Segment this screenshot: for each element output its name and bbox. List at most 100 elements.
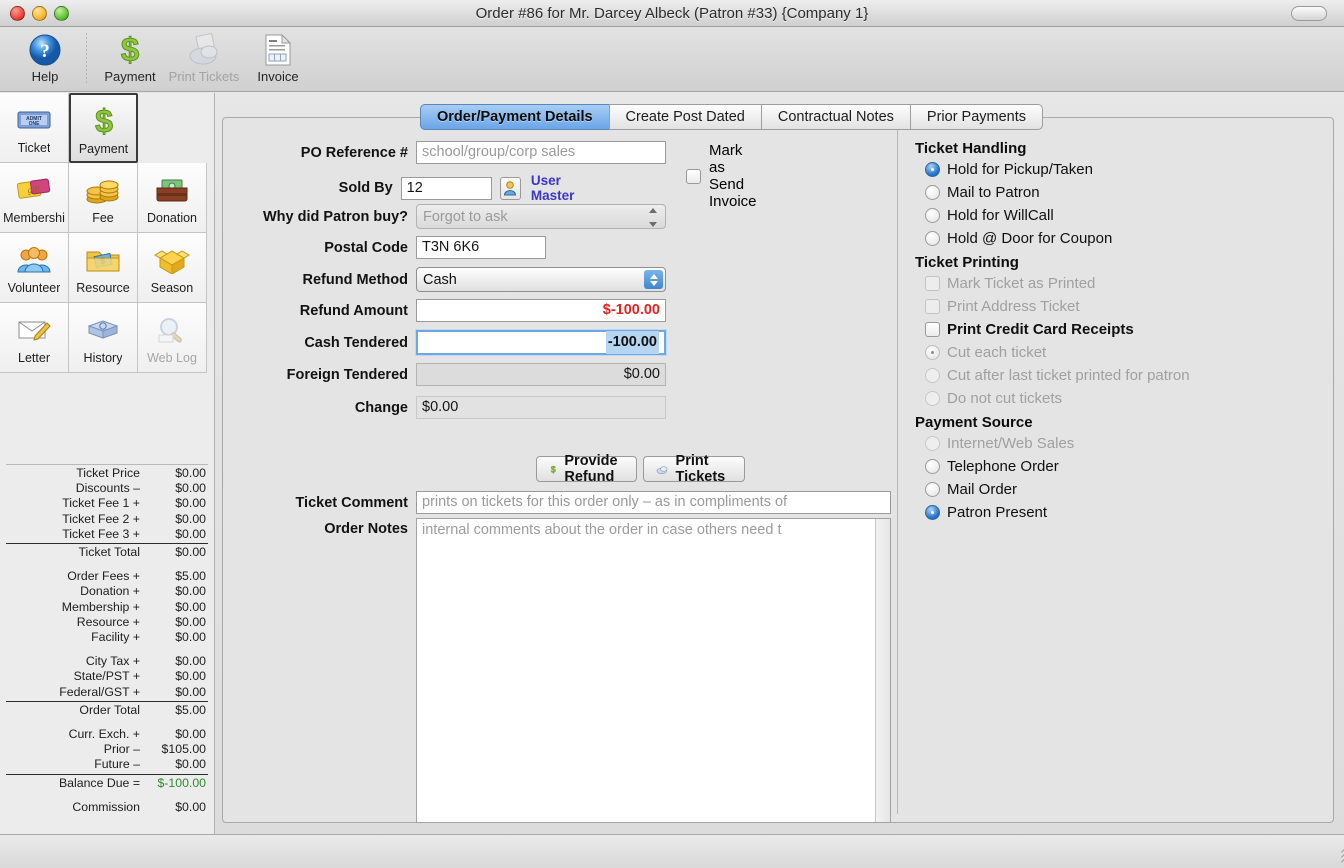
sidebar-item-membership[interactable]: gift Membershi — [0, 163, 69, 233]
totals-row-label: Discounts – — [75, 481, 140, 496]
mark-send-invoice-row[interactable]: Mark as Send Invoice — [686, 142, 757, 210]
sidebar-item-label: Letter — [18, 351, 50, 365]
radio-row-patron-present[interactable]: Patron Present — [925, 501, 1190, 524]
refund-method-value: Cash — [423, 271, 457, 288]
radio-row-cut-each-ticket: Cut each ticket — [925, 341, 1190, 364]
po-reference-row: PO Reference # school/group/corp sales — [253, 141, 666, 164]
toolbar-button-help[interactable]: ? Help — [8, 29, 82, 91]
toolbar-button-payment[interactable]: $ Payment — [93, 29, 167, 91]
refund-method-select[interactable]: Cash — [416, 267, 666, 292]
totals-row-label: Membership + — [61, 599, 140, 614]
order-notes-textarea[interactable]: internal comments about the order in cas… — [416, 518, 891, 823]
panel-vertical-divider — [897, 128, 898, 814]
tab-contractual-notes[interactable]: Contractual Notes — [760, 104, 910, 130]
sidebar-item-payment[interactable]: $ Payment — [69, 93, 138, 163]
radio-hold-for-pickup-taken[interactable] — [925, 162, 940, 177]
totals-row-label: Prior – — [103, 742, 140, 757]
totals-row-label: Ticket Fee 1 + — [62, 496, 140, 511]
module-row: gift Membershi Fee Donation — [0, 163, 215, 233]
checkbox-print-address-ticket — [925, 299, 940, 314]
sidebar-item-label: Ticket — [17, 141, 51, 155]
sidebar-item-ticket[interactable]: ADMIT ONE Ticket — [0, 93, 69, 163]
totals-row-value: $5.00 — [175, 702, 206, 717]
sidebar-item-label: Payment — [78, 141, 129, 156]
ticket-comment-input[interactable]: prints on tickets for this order only – … — [416, 491, 891, 514]
sidebar-item-label: Membershi — [3, 211, 65, 225]
totals-row: Commission $0.00 — [4, 800, 210, 815]
open-box-icon — [153, 240, 191, 280]
radio-cut-after-last-ticket-printed-for-patron — [925, 368, 940, 383]
totals-row-value: $0.00 — [175, 630, 206, 645]
totals-row-value: $0.00 — [175, 757, 206, 772]
provide-refund-label: Provide Refund — [564, 453, 618, 485]
totals-row: Ticket Total $0.00 — [4, 545, 210, 560]
why-buy-label: Why did Patron buy? — [263, 208, 408, 225]
sold-by-label: Sold By — [338, 180, 393, 196]
option-label: Cut each ticket — [947, 344, 1047, 361]
module-row: Letter History Web Log — [0, 303, 215, 373]
why-buy-stepper[interactable]: Forgot to ask — [416, 204, 666, 229]
chevron-updown-icon[interactable] — [644, 270, 663, 289]
totals-row-label: Curr. Exch. + — [68, 727, 140, 742]
radio-row-mail-to-patron[interactable]: Mail to Patron — [925, 181, 1190, 204]
print-tickets-button[interactable]: Print Tickets — [643, 453, 745, 485]
order-notes-scrollbar[interactable] — [875, 519, 890, 822]
dollar-icon: $ — [551, 464, 556, 474]
radio-patron-present[interactable] — [925, 505, 940, 520]
sidebar-item-donation[interactable]: Donation — [138, 163, 207, 233]
radio-mail-to-patron[interactable] — [925, 185, 940, 200]
tab-order-payment-details[interactable]: Order/Payment Details — [420, 104, 609, 130]
totals-divider — [6, 543, 208, 545]
refund-amount-input[interactable]: $-100.00 — [416, 299, 666, 322]
radio-hold-door-for-coupon[interactable] — [925, 231, 940, 246]
stepper-arrows-icon[interactable] — [648, 208, 658, 227]
po-reference-input[interactable]: school/group/corp sales — [416, 141, 666, 164]
radio-do-not-cut-tickets — [925, 391, 940, 406]
radio-hold-for-willcall[interactable] — [925, 208, 940, 223]
provide-refund-button[interactable]: $ Provide Refund — [536, 453, 638, 485]
totals-row-value: $0.00 — [175, 584, 206, 599]
toolbar-toggle-button[interactable] — [1291, 6, 1327, 21]
foreign-tendered-label: Foreign Tendered — [286, 366, 408, 383]
sidebar-item-resource[interactable]: $ Resource — [69, 233, 138, 303]
radio-telephone-order[interactable] — [925, 459, 940, 474]
money-wallet-icon — [153, 170, 191, 210]
totals-row: State/PST + $0.00 — [4, 669, 210, 684]
sidebar-item-season[interactable]: Season — [138, 233, 207, 303]
tab-prior-payments[interactable]: Prior Payments — [909, 104, 1044, 130]
totals-row-value: $0.00 — [175, 727, 206, 742]
cash-tendered-input[interactable]: -100.00 — [416, 330, 666, 355]
checkbox-row-print-credit-card-receipts[interactable]: Print Credit Card Receipts — [925, 318, 1190, 341]
svg-text:ONE: ONE — [29, 121, 41, 127]
postal-code-row: Postal Code T3N 6K6 — [253, 236, 546, 259]
postal-code-input[interactable]: T3N 6K6 — [416, 236, 546, 259]
radio-row-hold-for-pickup-taken[interactable]: Hold for Pickup/Taken — [925, 158, 1190, 181]
application-window: Order #86 for Mr. Darcey Albeck (Patron … — [0, 0, 1344, 868]
postal-code-label: Postal Code — [324, 239, 408, 256]
radio-row-telephone-order[interactable]: Telephone Order — [925, 455, 1190, 478]
why-buy-row: Why did Patron buy? Forgot to ask — [253, 204, 666, 229]
user-master-link[interactable]: User Master — [531, 173, 601, 203]
sold-by-input[interactable]: 12 — [400, 176, 492, 200]
toolbar-button-invoice[interactable]: Invoice — [241, 29, 315, 91]
radio-row-hold-door-for-coupon[interactable]: Hold @ Door for Coupon — [925, 227, 1190, 250]
sidebar-item-web-log: Web Log — [138, 303, 207, 373]
totals-row-label: City Tax + — [85, 654, 140, 669]
totals-row-label: Resource + — [76, 614, 140, 629]
sidebar-item-fee[interactable]: Fee — [69, 163, 138, 233]
sidebar-item-volunteer[interactable]: Volunteer — [0, 233, 69, 303]
sidebar-item-letter[interactable]: Letter — [0, 303, 69, 373]
user-picker-button[interactable] — [499, 176, 521, 200]
tab-create-post-dated[interactable]: Create Post Dated — [608, 104, 761, 130]
radio-row-hold-for-willcall[interactable]: Hold for WillCall — [925, 204, 1190, 227]
mark-send-invoice-checkbox[interactable] — [686, 168, 701, 184]
title-bar: Order #86 for Mr. Darcey Albeck (Patron … — [0, 0, 1344, 27]
resize-grip[interactable] — [1328, 842, 1344, 866]
order-notes-placeholder: internal comments about the order in cas… — [422, 522, 782, 538]
totals-spacer — [4, 791, 210, 800]
radio-row-mail-order[interactable]: Mail Order — [925, 478, 1190, 501]
option-label: Mark Ticket as Printed — [947, 275, 1096, 292]
checkbox-print-credit-card-receipts[interactable] — [925, 322, 940, 337]
sidebar-item-history[interactable]: History — [69, 303, 138, 373]
radio-mail-order[interactable] — [925, 482, 940, 497]
